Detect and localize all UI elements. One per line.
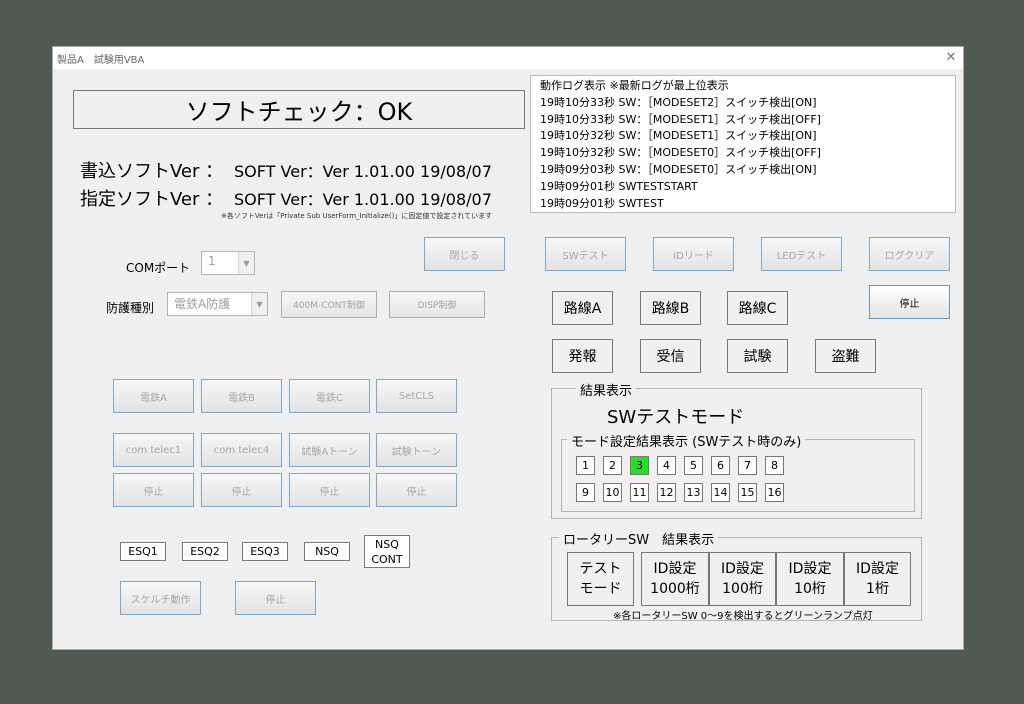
- write-version-label: 書込ソフトVer ：: [80, 161, 224, 182]
- log-line: 19時09分03秒 SW：［MODESET0］スイッチ検出[ON]: [540, 162, 817, 176]
- mode-lamp-3-active: 3: [630, 456, 649, 475]
- mode-lamp-16: 16: [765, 483, 784, 502]
- esq2-label: ESQ2: [182, 542, 228, 561]
- log-clear-button[interactable]: ログクリア: [869, 237, 950, 271]
- mode-result-legend: モード設定結果表示 (SWテスト時のみ): [567, 431, 806, 450]
- disp-control-button[interactable]: DISP制御: [389, 291, 485, 318]
- log-line: 19時10分32秒 SW：［MODESET0］スイッチ検出[OFF]: [540, 146, 821, 160]
- spec-version-value: SOFT Ver：Ver 1.01.00 19/08/07: [234, 190, 492, 209]
- route-a-label: 路線A: [552, 291, 613, 325]
- mode-lamp-9: 9: [576, 483, 595, 502]
- close-button[interactable]: 閉じる: [424, 237, 505, 271]
- com-telec4-button[interactable]: com telec4: [201, 433, 282, 467]
- squelch-button[interactable]: スケルチ動作: [120, 581, 201, 615]
- com-telec1-button[interactable]: com telec1: [113, 433, 194, 467]
- mode-lamp-2: 2: [603, 456, 622, 475]
- theft-label: 盗難: [815, 339, 876, 373]
- esq1-label: ESQ1: [120, 542, 166, 561]
- mode-lamp-5: 5: [684, 456, 703, 475]
- mode-lamp-4: 4: [657, 456, 676, 475]
- soft-check-status: ソフトチェック：OK: [73, 90, 525, 129]
- mode-lamp-10: 10: [603, 483, 622, 502]
- test-tone-button[interactable]: 試験トーン: [376, 433, 457, 467]
- log-line: 19時10分33秒 SW：［MODESET1］スイッチ検出[OFF]: [540, 112, 821, 126]
- squelch-stop-button[interactable]: 停止: [235, 581, 316, 615]
- test-label: 試験: [727, 339, 788, 373]
- rotary-legend: ロータリーSW 結果表示: [559, 529, 719, 548]
- chevron-down-icon[interactable]: ▼: [238, 252, 254, 274]
- log-line: 19時09分01秒 SWTEST: [540, 196, 664, 210]
- protect-type-select[interactable]: 電鉄A防護 ▼: [167, 292, 268, 316]
- test-a-tone-button[interactable]: 試験Aトーン: [289, 433, 370, 467]
- result-legend: 結果表示: [576, 380, 637, 399]
- nsq-label: NSQ: [304, 542, 350, 561]
- rotary-test-mode: テスト モード: [567, 552, 634, 606]
- mode-lamp-13: 13: [684, 483, 703, 502]
- mode-lamp-14: 14: [711, 483, 730, 502]
- log-line: 19時10分32秒 SW：［MODESET1］スイッチ検出[ON]: [540, 129, 817, 143]
- mode-lamp-7: 7: [738, 456, 757, 475]
- close-icon[interactable]: ✕: [941, 48, 961, 68]
- route-b-label: 路線B: [640, 291, 701, 325]
- nsq-cont-label: NSQ CONT: [364, 535, 410, 568]
- log-header: 動作ログ表示 ※最新ログが最上位表示: [540, 79, 729, 92]
- led-test-button[interactable]: LEDテスト: [761, 237, 842, 271]
- dentetsu-a-button[interactable]: 電鉄A: [113, 379, 194, 413]
- com-port-select[interactable]: 1 ▼: [201, 251, 255, 275]
- log-line: 19時10分33秒 SW：［MODESET2］スイッチ検出[ON]: [540, 95, 817, 109]
- stop-button-1[interactable]: 停止: [113, 473, 194, 507]
- title-bar: 製品A 試験用VBA ✕: [53, 47, 963, 69]
- mode-lamp-15: 15: [738, 483, 757, 502]
- receive-label: 受信: [640, 339, 701, 373]
- dentetsu-b-button[interactable]: 電鉄B: [201, 379, 282, 413]
- protect-type-label: 防護種別: [106, 301, 155, 315]
- mode-lamp-12: 12: [657, 483, 676, 502]
- write-version-value: SOFT Ver：Ver 1.01.00 19/08/07: [234, 162, 492, 181]
- log-line: 19時09分01秒 SWTESTSTART: [540, 179, 698, 193]
- rotary-id-100: ID設定 100桁: [709, 552, 776, 606]
- mode-lamp-11: 11: [630, 483, 649, 502]
- sw-test-button[interactable]: SWテスト: [545, 237, 626, 271]
- stop-button-3[interactable]: 停止: [289, 473, 370, 507]
- protect-type-value: 電鉄A防護: [174, 297, 231, 311]
- setcls-button[interactable]: SetCLS: [376, 379, 457, 413]
- route-c-label: 路線C: [727, 291, 788, 325]
- mode-lamp-6: 6: [711, 456, 730, 475]
- sw-test-mode-label: SWテストモード: [607, 407, 745, 428]
- rotary-note: ※各ロータリーSW 0～9を検出するとグリーンランプ点灯: [613, 611, 873, 622]
- com-port-value: 1: [208, 254, 216, 268]
- alarm-label: 発報: [552, 339, 613, 373]
- com-port-label: COMポート: [126, 261, 191, 275]
- main-window: 製品A 試験用VBA ✕ ソフトチェック：OK 書込ソフトVer ： SOFT …: [52, 46, 964, 650]
- stop-button-4[interactable]: 停止: [376, 473, 457, 507]
- window-title: 製品A 試験用VBA: [57, 55, 145, 66]
- rotary-id-1000: ID設定 1000桁: [641, 552, 709, 606]
- 400m-cont-button[interactable]: 400M-CONT制御: [281, 291, 377, 318]
- chevron-down-icon[interactable]: ▼: [251, 293, 267, 315]
- operation-log[interactable]: 動作ログ表示 ※最新ログが最上位表示 19時10分33秒 SW：［MODESET…: [530, 75, 956, 213]
- dentetsu-c-button[interactable]: 電鉄C: [289, 379, 370, 413]
- mode-lamp-1: 1: [576, 456, 595, 475]
- version-note: ※各ソフトVerは「Private Sub UserForm_Initializ…: [221, 212, 493, 220]
- rotary-id-10: ID設定 10桁: [776, 552, 844, 606]
- esq3-label: ESQ3: [242, 542, 288, 561]
- spec-version-label: 指定ソフトVer ：: [80, 189, 224, 210]
- mode-lamp-8: 8: [765, 456, 784, 475]
- rotary-id-1: ID設定 1桁: [844, 552, 911, 606]
- id-read-button[interactable]: IDリード: [653, 237, 734, 271]
- stop-button[interactable]: 停止: [869, 285, 950, 319]
- stop-button-2[interactable]: 停止: [201, 473, 282, 507]
